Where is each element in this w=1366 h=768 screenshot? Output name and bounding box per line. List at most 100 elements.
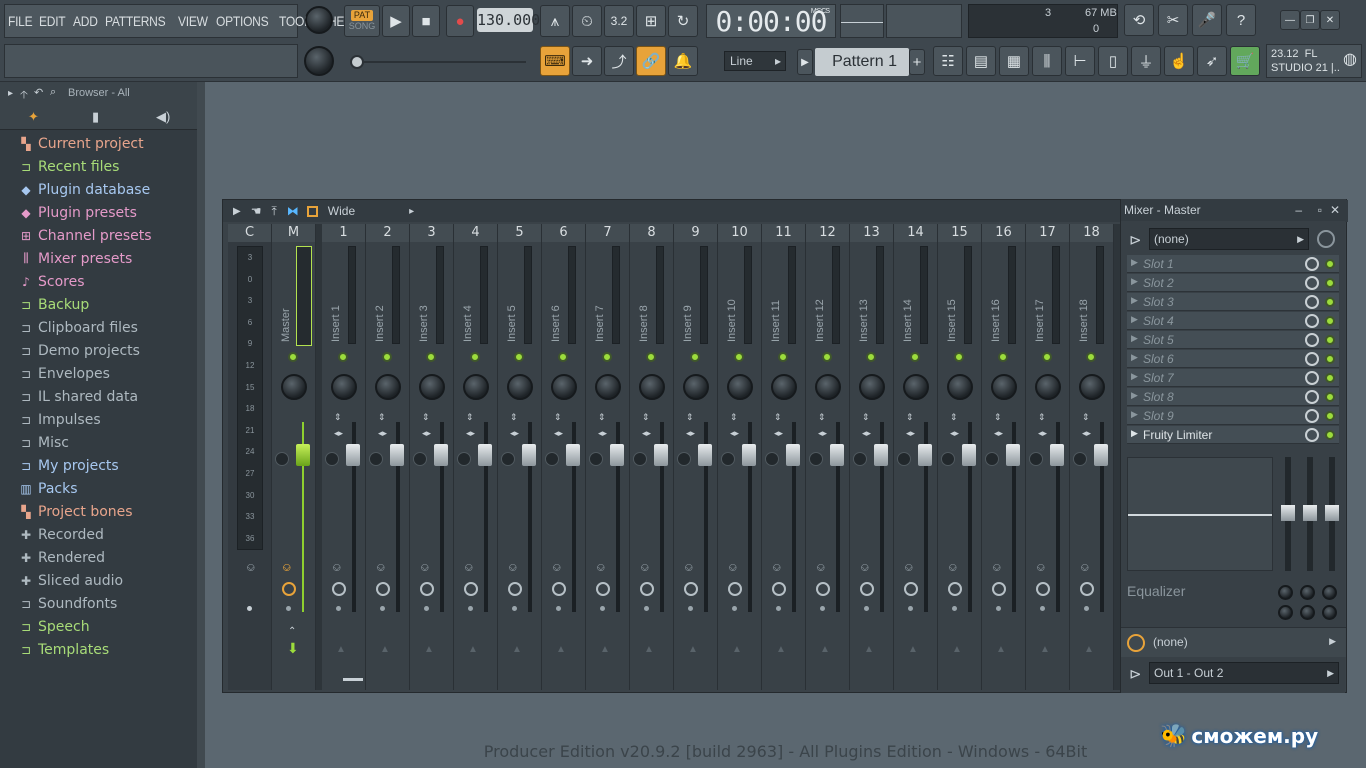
clock-icon[interactable] [772, 582, 786, 596]
route-arrow-icon[interactable]: ▲ [468, 644, 478, 655]
stereo-knob[interactable] [721, 452, 735, 466]
stereo-knob[interactable] [501, 452, 515, 466]
stereo-separation-icon[interactable]: ◂▸ [774, 428, 783, 439]
clock-icon[interactable] [552, 582, 566, 596]
volume-fader[interactable] [478, 444, 492, 466]
mic-icon[interactable]: ⎉ [420, 560, 430, 575]
volume-fader[interactable] [522, 444, 536, 466]
stereo-knob[interactable] [1029, 452, 1043, 466]
browser-item-plugin-presets[interactable]: ◆ Plugin presets [14, 201, 197, 224]
insert-led[interactable] [1086, 352, 1096, 362]
clock-icon[interactable] [464, 582, 478, 596]
pan-knob[interactable] [595, 374, 621, 400]
mic-icon[interactable]: ⎉ [596, 560, 606, 575]
record-audio-button[interactable]: 🎤 [1192, 4, 1222, 36]
pan-knob[interactable] [771, 374, 797, 400]
browser-item-templates[interactable]: ⊐ Templates [14, 638, 197, 661]
insert-led[interactable] [910, 352, 920, 362]
route-arrow-icon[interactable]: ▲ [952, 644, 962, 655]
master-volume-knob[interactable] [305, 6, 333, 34]
stereo-separation-icon[interactable]: ◂▸ [510, 428, 519, 439]
clock-icon[interactable] [282, 582, 296, 596]
stop-button[interactable]: ■ [412, 5, 440, 37]
volume-fader[interactable] [830, 444, 844, 466]
insert-strip[interactable]: 14 Insert 14 ⇕ ◂▸ ⎉ ▲ [894, 224, 938, 690]
stereo-separation-icon[interactable]: ◂▸ [1082, 428, 1091, 439]
insert-led[interactable] [470, 352, 480, 362]
snap-selector[interactable]: Line ▸ [724, 51, 786, 71]
slot-enable-led[interactable] [1325, 411, 1335, 421]
browser-item-clipboard-files[interactable]: ⊐ Clipboard files [14, 316, 197, 339]
insert-led[interactable] [822, 352, 832, 362]
volume-fader[interactable] [654, 444, 668, 466]
mic-icon[interactable]: ⎉ [464, 560, 474, 575]
slot-arrow-icon[interactable]: ▶ [1131, 295, 1138, 306]
eq-freq-knob-1[interactable] [1278, 585, 1293, 600]
slot-arrow-icon[interactable]: ▶ [1131, 390, 1138, 401]
stereo-swap-icon[interactable]: ⇕ [906, 412, 914, 423]
route-arrow-icon[interactable]: ▲ [1040, 644, 1050, 655]
stereo-swap-icon[interactable]: ⇕ [1038, 412, 1046, 423]
mixer-scrollbar[interactable] [343, 678, 363, 681]
insert-strip[interactable]: 10 Insert 10 ⇕ ◂▸ ⎉ ▲ [718, 224, 762, 690]
menu-patterns[interactable]: PATTERNS [105, 13, 166, 29]
browser-item-speech[interactable]: ⊐ Speech [14, 615, 197, 638]
mic-icon[interactable]: ⎉ [1036, 560, 1046, 575]
eq-bw-knob-1[interactable] [1278, 605, 1293, 620]
insert-led[interactable] [690, 352, 700, 362]
chevron-up-icon[interactable]: ⌃ [288, 626, 296, 637]
mic-icon[interactable]: ⎉ [816, 560, 826, 575]
stereo-separation-icon[interactable]: ◂▸ [994, 428, 1003, 439]
mic-icon[interactable]: ⎉ [1080, 560, 1090, 575]
files-icon[interactable]: ▮ [92, 109, 99, 125]
clock-icon[interactable] [684, 582, 698, 596]
stereo-separation-icon[interactable]: ◂▸ [378, 428, 387, 439]
slot-enable-led[interactable] [1325, 373, 1335, 383]
pat-song-toggle[interactable]: PAT SONG [344, 5, 380, 37]
browser-splitter[interactable] [197, 82, 205, 768]
mic-icon[interactable]: ⎉ [246, 560, 256, 575]
fx-slot[interactable]: ▶ Slot 3 [1127, 293, 1339, 311]
news-panel[interactable]: 23.12 FL STUDIO 21 |.. ◍ [1266, 44, 1362, 78]
insert-strip[interactable]: 9 Insert 9 ⇕ ◂▸ ⎉ ▲ [674, 224, 718, 690]
insert-strip[interactable]: 11 Insert 11 ⇕ ◂▸ ⎉ ▲ [762, 224, 806, 690]
clock-icon[interactable] [992, 582, 1006, 596]
stereo-separation-icon[interactable]: ◂▸ [598, 428, 607, 439]
up-arrow-icon[interactable]: 🡡 [20, 86, 28, 105]
stereo-knob[interactable] [765, 452, 779, 466]
volume-fader[interactable] [610, 444, 624, 466]
browser-item-channel-presets[interactable]: ⊞ Channel presets [14, 224, 197, 247]
volume-fader[interactable] [698, 444, 712, 466]
volume-fader[interactable] [1094, 444, 1108, 466]
step-sequencer-button[interactable]: ➜ [572, 46, 602, 76]
play-button[interactable]: ▶ [382, 5, 410, 37]
mic-icon[interactable]: ⎉ [860, 560, 870, 575]
mic-icon[interactable]: ⎉ [772, 560, 782, 575]
route-arrow-icon[interactable]: ▲ [380, 644, 390, 655]
stereo-knob[interactable] [853, 452, 867, 466]
eq-bw-knob-2[interactable] [1300, 605, 1315, 620]
master-pan-knob[interactable] [281, 374, 307, 400]
plugin-picker-button[interactable]: ⏚ [1131, 46, 1161, 76]
fx-slot[interactable]: ▶ Slot 4 [1127, 312, 1339, 330]
insert-led[interactable] [646, 352, 656, 362]
stereo-swap-icon[interactable]: ⇕ [1082, 412, 1090, 423]
step-edit-button[interactable]: ⊞ [636, 5, 666, 37]
browser-item-il-shared-data[interactable]: ⊐ IL shared data [14, 385, 197, 408]
slot-arrow-icon[interactable]: ▶ [1131, 333, 1138, 344]
piano-roll-button[interactable]: ▤ [966, 46, 996, 76]
close-icon[interactable]: ✕ [1330, 199, 1340, 221]
hand-icon[interactable]: ☚ [251, 204, 262, 218]
insert-led[interactable] [734, 352, 744, 362]
pan-knob[interactable] [463, 374, 489, 400]
minimize-button[interactable]: — [1280, 10, 1300, 30]
stereo-knob[interactable] [985, 452, 999, 466]
fx-slot[interactable]: ▶ Slot 7 [1127, 369, 1339, 387]
pan-knob[interactable] [331, 374, 357, 400]
mix-knob[interactable] [1305, 390, 1319, 404]
stereo-swap-icon[interactable]: ⇕ [334, 412, 342, 423]
maximize-button[interactable]: ❐ [1300, 10, 1320, 30]
position-slider-track[interactable] [364, 61, 526, 63]
stereo-separation-icon[interactable]: ◂▸ [334, 428, 343, 439]
mic-icon[interactable]: ⎉ [282, 560, 292, 575]
